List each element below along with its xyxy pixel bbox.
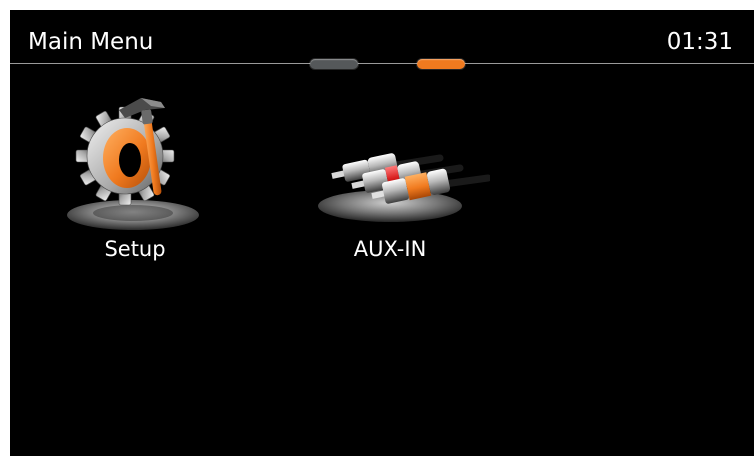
setup-label: Setup — [104, 237, 166, 261]
rca-cables-icon — [318, 153, 490, 222]
aux-in-label: AUX-IN — [353, 237, 427, 261]
setup-menu-item[interactable]: Setup — [55, 88, 215, 278]
main-menu-screen: Main Menu 01:31 Setup AUX-IN — [10, 10, 754, 456]
page-dot-1[interactable] — [310, 59, 358, 69]
clock: 01:31 — [666, 29, 733, 55]
aux-in-menu-item[interactable]: AUX-IN — [310, 88, 490, 278]
page-title: Main Menu — [28, 29, 154, 55]
page-dot-2[interactable] — [417, 59, 465, 69]
gear-hammer-icon — [67, 98, 199, 230]
page-indicator — [10, 59, 754, 71]
